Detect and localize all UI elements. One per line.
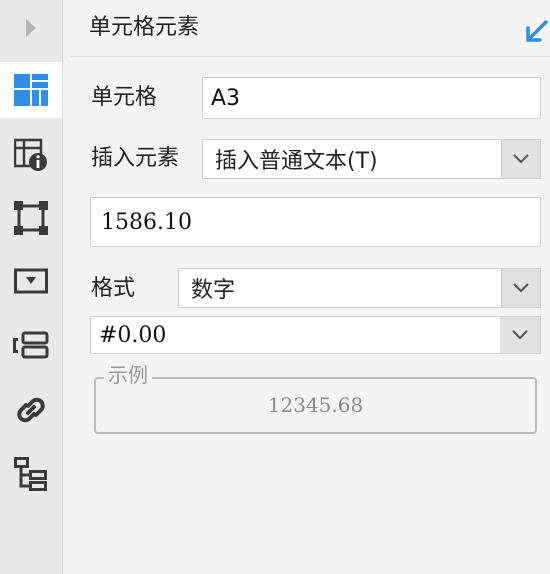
- format-pattern-input[interactable]: #0.00: [90, 316, 501, 354]
- data-tree-icon: [14, 457, 47, 491]
- cell-address-input[interactable]: A3: [202, 77, 541, 119]
- format-pattern-value: #0.00: [99, 322, 167, 348]
- rail-item-cell-style[interactable]: [0, 190, 62, 246]
- cell-attributes-icon: [14, 138, 47, 171]
- cell-style-icon: [14, 201, 48, 235]
- cell-content-input[interactable]: 1586.10: [90, 197, 541, 247]
- insert-element-selected: 插入普通文本(T): [215, 149, 378, 174]
- panel-header: 单元格元素: [71, 0, 550, 57]
- cell-label: 单元格: [91, 85, 158, 110]
- hyperlink-icon: [17, 397, 45, 423]
- rail-item-cell-element[interactable]: [0, 62, 62, 118]
- cell-content-value: 1586.10: [101, 209, 192, 235]
- example-legend: 示例: [104, 363, 152, 387]
- collapse-arrow-icon[interactable]: [522, 16, 550, 44]
- rail-item-hyperlink[interactable]: [0, 382, 62, 438]
- rail-item-condition[interactable]: [0, 318, 62, 374]
- icon-rail: [0, 0, 63, 574]
- insert-dropdown-button[interactable]: [501, 140, 540, 178]
- condition-attribute-icon: [13, 331, 49, 359]
- format-pattern-dropdown[interactable]: [500, 316, 541, 354]
- cell-element-panel: 单元格元素 单元格 A3 插入元素 插入普通文本(T) 1586.10 格式 数…: [71, 0, 550, 574]
- rail-item-data-tree[interactable]: [0, 446, 62, 502]
- cell-element-icon: [14, 74, 48, 106]
- example-value: 12345.68: [267, 393, 364, 417]
- insert-element-label: 插入元素: [91, 146, 180, 171]
- widget-dropdown-icon: [14, 268, 48, 294]
- insert-element-select[interactable]: 插入普通文本(T): [202, 139, 541, 179]
- chevron-down-icon: [513, 154, 529, 164]
- format-label: 格式: [91, 276, 136, 301]
- panel-title: 单元格元素: [89, 15, 200, 40]
- rail-item-widget[interactable]: [0, 254, 62, 310]
- cell-address-value: A3: [211, 85, 241, 111]
- format-dropdown-button[interactable]: [501, 269, 540, 307]
- expand-triangle-icon: [26, 19, 36, 37]
- chevron-down-icon: [512, 330, 528, 340]
- chevron-down-icon: [513, 283, 529, 293]
- pattern-dropdown-button[interactable]: [500, 317, 540, 353]
- example-group: 示例 12345.68: [94, 363, 537, 434]
- format-type-select[interactable]: 数字: [178, 268, 541, 308]
- rail-item-cell-attributes[interactable]: [0, 127, 62, 183]
- expand-rail-button[interactable]: [0, 0, 62, 56]
- format-type-selected: 数字: [191, 278, 236, 303]
